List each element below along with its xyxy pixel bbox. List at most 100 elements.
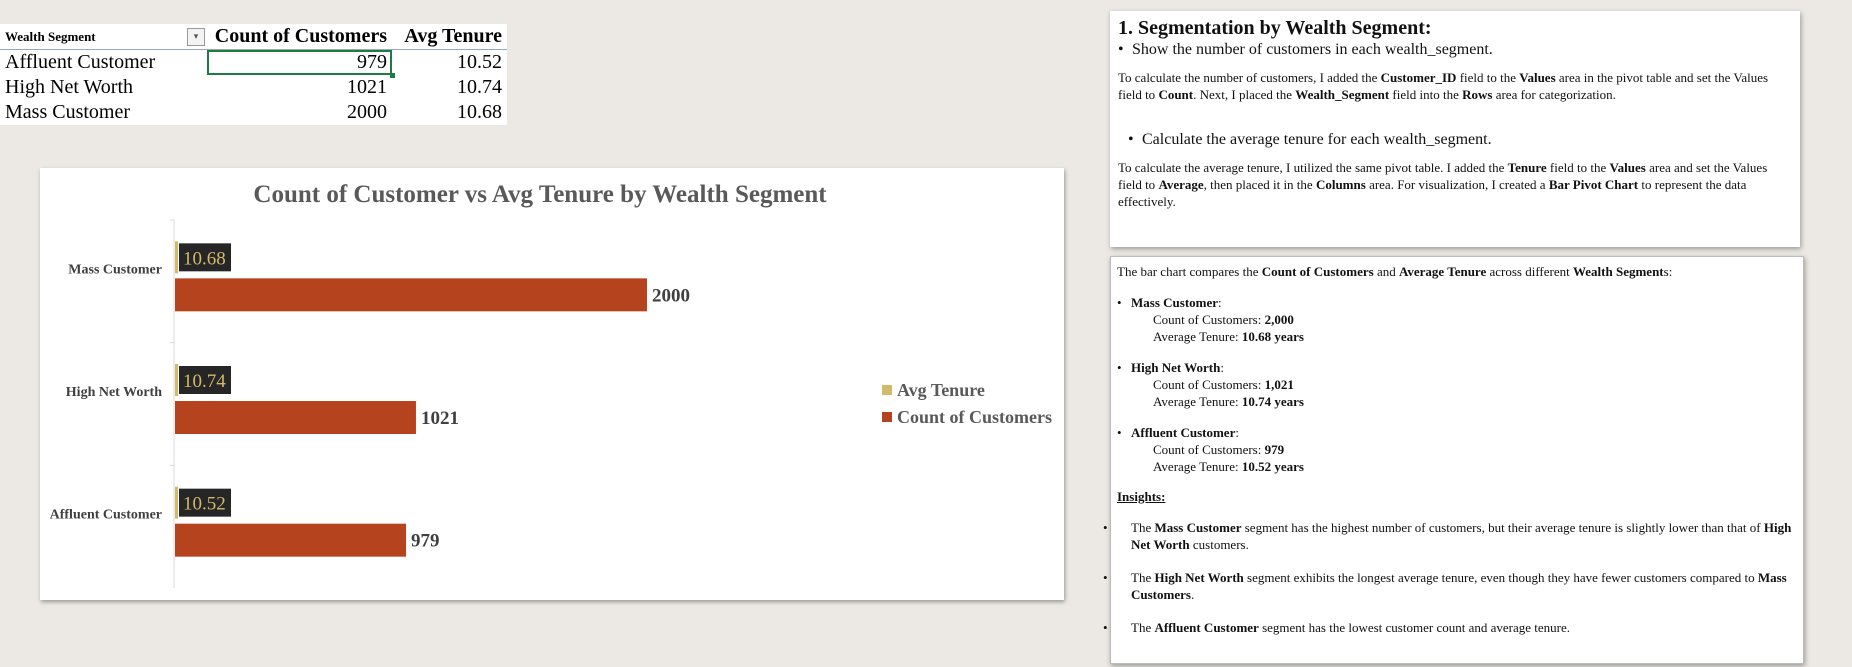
pivot-header-label: Wealth Segment (5, 29, 96, 44)
segment-count: 2,000 (1264, 312, 1294, 327)
bullet-icon: • (1103, 520, 1108, 535)
bold-text: Count of Customers (1261, 264, 1374, 279)
bullet-item: • Calculate the average tenure for each w… (1128, 131, 1792, 149)
text-run: The bar chart compares the (1117, 264, 1262, 279)
segment-tenure: 10.74 years (1241, 394, 1304, 409)
bullet-icon: • (1117, 425, 1122, 440)
analysis-intro: The bar chart compares the Count of Cust… (1117, 263, 1797, 280)
bold-text: Values (1609, 160, 1646, 175)
bullet-text: Calculate the average tenure for each we… (1142, 131, 1492, 148)
bar-count-of-customers (175, 523, 407, 557)
pivot-header-avg-tenure[interactable]: Avg Tenure (392, 24, 507, 50)
segment-count-line: Count of Customers: 2,000 (1117, 311, 1797, 328)
paragraph-tenure-method: To calculate the average tenure, I utili… (1118, 159, 1792, 210)
bar-chart[interactable]: Count of Customer vs Avg Tenure by Wealt… (40, 168, 1064, 600)
list-item: • Mass Customer: Count of Customers: 2,000… (1117, 294, 1797, 345)
bold-text: Columns (1315, 177, 1366, 192)
data-label-avg-tenure: 10.52 (183, 494, 226, 515)
y-tick-label: Affluent Customer (50, 508, 162, 523)
text-run: segment exhibits the longest average ten… (1243, 570, 1758, 585)
methodology-textbox[interactable]: 1. Segmentation by Wealth Segment: • Show… (1110, 11, 1800, 247)
chart-title: Count of Customer vs Avg Tenure by Wealt… (253, 181, 827, 208)
bullet-text: Show the number of customers in each wea… (1132, 41, 1493, 58)
text-run: area. For visualization, I created a (1365, 177, 1549, 192)
pivot-table[interactable]: Wealth Segment ▾ Count of Customers Avg … (0, 24, 507, 125)
pivot-header-wealth-segment[interactable]: Wealth Segment ▾ (0, 24, 207, 50)
segment-tenure: 10.52 years (1241, 459, 1304, 474)
bullet-icon: • (1103, 620, 1108, 635)
bold-text: Wealth_Segment (1295, 87, 1390, 102)
bold-text: Customer_ID (1380, 70, 1457, 85)
segment-name: High Net Worth (1131, 360, 1221, 375)
text-run: segment has the lowest customer count an… (1258, 620, 1570, 635)
pivot-cell-tenure[interactable]: 10.68 (392, 100, 507, 125)
paragraph-count-method: To calculate the number of customers, I … (1118, 69, 1792, 103)
legend-swatch (882, 385, 892, 395)
segment-list: • Mass Customer: Count of Customers: 2,000… (1117, 294, 1797, 475)
bold-text: Mass Customer (1154, 520, 1242, 535)
bold-text: Values (1519, 70, 1556, 85)
pivot-cell-segment[interactable]: High Net Worth (0, 75, 207, 100)
legend-label: Avg Tenure (897, 380, 985, 400)
pivot-cell-count[interactable]: 2000 (207, 100, 392, 125)
table-row: Affluent Customer 979 10.52 (0, 49, 507, 77)
bullet-item: • Show the number of customers in each we… (1118, 41, 1792, 59)
bar-avg-tenure (175, 364, 178, 396)
segment-count-line: Count of Customers: 1,021 (1117, 376, 1797, 393)
list-item: • High Net Worth: Count of Customers: 1,02… (1117, 359, 1797, 410)
pivot-header-count[interactable]: Count of Customers (207, 24, 392, 50)
filter-dropdown-icon[interactable]: ▾ (187, 28, 205, 46)
bold-text: Bar Pivot Chart (1548, 177, 1639, 192)
segment-tenure: 10.68 years (1241, 329, 1304, 344)
pivot-cell-segment[interactable]: Mass Customer (0, 100, 207, 125)
segment-name-line: • Mass Customer: (1117, 294, 1797, 311)
bold-text: Average Tenure (1398, 264, 1487, 279)
insight-item: • The Mass Customer segment has the highe… (1103, 519, 1797, 553)
bold-text: Tenure (1507, 160, 1547, 175)
text-run: The (1131, 520, 1155, 535)
legend-label: Count of Customers (897, 407, 1052, 427)
data-label-count: 2000 (652, 285, 690, 306)
pivot-cell-count-selected[interactable]: 979 (207, 49, 395, 77)
pivot-cell-segment[interactable]: Affluent Customer (0, 50, 207, 76)
segment-count: 1,021 (1264, 377, 1294, 392)
bold-text: Average (1158, 177, 1204, 192)
chart-svg: Count of Customer vs Avg Tenure by Wealt… (50, 181, 1052, 588)
text-run: : (1218, 295, 1222, 310)
segment-tenure-line: Average Tenure: 10.68 years (1117, 328, 1797, 345)
pivot-cell-tenure[interactable]: 10.52 (392, 50, 507, 76)
text-run: : (1220, 360, 1224, 375)
bullet-icon: • (1118, 41, 1124, 58)
data-label-avg-tenure: 10.74 (183, 371, 226, 392)
segment-name: Mass Customer (1131, 295, 1219, 310)
insight-item: • The High Net Worth segment exhibits the… (1103, 569, 1797, 603)
text-run: field to the (1456, 70, 1520, 85)
text-run: Average Tenure: (1153, 329, 1242, 344)
bold-text: Count (1158, 87, 1194, 102)
table-row: High Net Worth 1021 10.74 (0, 75, 507, 100)
bar-count-of-customers (175, 401, 416, 434)
pivot-cell-count[interactable]: 1021 (207, 75, 392, 100)
text-run: segment has the highest number of custom… (1241, 520, 1764, 535)
segment-tenure-line: Average Tenure: 10.74 years (1117, 393, 1797, 410)
text-run: Count of Customers: (1153, 442, 1265, 457)
text-run: area for categorization. (1492, 87, 1616, 102)
segment-name-line: • High Net Worth: (1117, 359, 1797, 376)
text-run: field into the (1389, 87, 1463, 102)
text-run: across different (1486, 264, 1573, 279)
section-heading: 1. Segmentation by Wealth Segment: (1118, 17, 1432, 39)
text-run: , then placed it in the (1203, 177, 1316, 192)
segment-count: 979 (1264, 442, 1285, 457)
text-run: Count of Customers: (1153, 312, 1265, 327)
text-run: The (1131, 620, 1155, 635)
pivot-cell-tenure[interactable]: 10.74 (392, 75, 507, 100)
segment-name-line: • Affluent Customer: (1117, 424, 1797, 441)
text-run: and (1373, 264, 1399, 279)
text-run: customers. (1189, 537, 1249, 552)
text-run: To calculate the average tenure, I utili… (1118, 160, 1508, 175)
text-run: field to the (1546, 160, 1610, 175)
bar-count-of-customers (175, 278, 647, 312)
legend-swatch (882, 412, 892, 422)
analysis-textbox[interactable]: The bar chart compares the Count of Cust… (1103, 256, 1804, 664)
data-label-count: 1021 (421, 408, 459, 429)
